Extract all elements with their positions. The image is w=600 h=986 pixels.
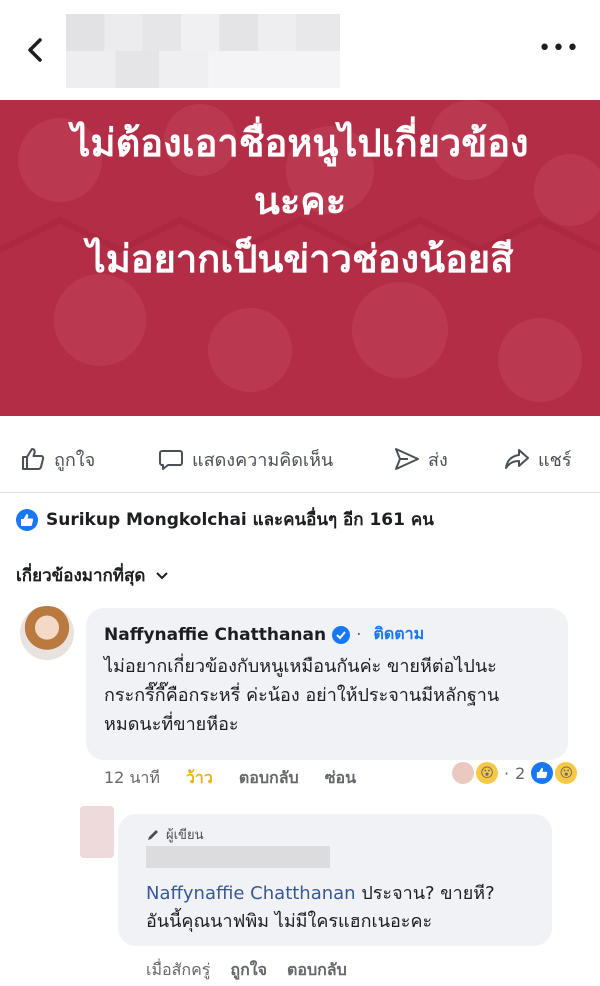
like-reaction-icon [16, 508, 38, 531]
comment-hide-link[interactable]: ซ่อน [325, 766, 356, 791]
send-button[interactable]: ส่ง [394, 444, 448, 474]
thumbs-up-icon [22, 448, 45, 470]
share-button[interactable]: แชร์ [504, 444, 572, 474]
banner-line-3: ไม่อยากเป็นข่าวช่องน้อยสี [86, 237, 514, 281]
reactor-avatar [452, 762, 474, 784]
comment-author-row: Naffynaffie Chatthanan · ติดตาม [104, 622, 424, 647]
reply-bubble: ผู้เขียน Naffynaffie Chatthanan ประจาน? … [118, 814, 552, 946]
verified-badge-icon [332, 625, 351, 644]
blurred-reply-author-name [146, 846, 330, 868]
comment-button[interactable]: แสดงความคิดเห็น [158, 444, 333, 474]
comment-reply-link[interactable]: ตอบกลับ [239, 766, 299, 791]
reply-text: Naffynaffie Chatthanan ประจาน? ขายหี? อั… [146, 880, 495, 936]
reactions-summary[interactable]: Surikup Mongkolchai และคนอื่นๆ อีก 161 ค… [16, 506, 434, 533]
post-image-banner: ไม่ต้องเอาชื่อหนูไปเกี่ยวข้อง นะคะ ไม่อย… [0, 100, 600, 416]
like-button[interactable]: ถูกใจ [20, 444, 95, 474]
blurred-page-name [66, 14, 340, 88]
reply-line-2: อันนี้คุณนาฟพิม ไม่มีใครแฮกเนอะคะ [146, 911, 433, 932]
like-label: ถูกใจ [54, 449, 96, 471]
chevron-down-icon [156, 571, 169, 579]
comment-label: แสดงความคิดเห็น [192, 449, 334, 471]
comment-meta: 12 นาที ว้าว ตอบกลับ ซ่อน [104, 766, 356, 791]
comment-line: กระกรี๊กี๊คือกระหรี่ ค่ะน้อง อย่าให้ประจ… [104, 685, 500, 706]
author-tag: ผู้เขียน [146, 824, 203, 845]
author-tag-label: ผู้เขียน [166, 828, 204, 843]
reply-meta: เมื่อสักครู่ ถูกใจ ตอบกลับ [146, 958, 347, 983]
follow-link[interactable]: ติดตาม [374, 622, 425, 647]
reply-line-1: Naffynaffie Chatthanan ประจาน? ขายหี? [146, 880, 495, 908]
comment-text: ไม่อยากเกี่ยวข้องกับหนูเหมือนกันค่ะ ขายห… [104, 652, 554, 739]
sort-label: เกี่ยวข้องมากที่สุด [16, 566, 146, 586]
reply-author-avatar-blurred[interactable] [80, 806, 114, 858]
comment-icon [159, 450, 183, 470]
banner-text: ไม่ต้องเอาชื่อหนูไปเกี่ยวข้อง นะคะ ไม่อย… [0, 114, 600, 288]
pencil-icon [148, 829, 158, 840]
back-arrow-icon[interactable] [22, 36, 50, 64]
comment-line: หมดนะที่ขายหีอะ [104, 714, 239, 735]
comment-reactions[interactable]: 😮 · 2 😮 [452, 762, 578, 784]
separator-dot: · [356, 624, 362, 645]
more-options-icon[interactable]: ••• [538, 38, 580, 60]
reply-time[interactable]: เมื่อสักครู่ [146, 958, 210, 983]
reply-like-link[interactable]: ถูกใจ [230, 958, 267, 983]
reply-mention[interactable]: Naffynaffie Chatthanan [146, 883, 356, 904]
share-icon [505, 449, 529, 469]
comment-line: ไม่อยากเกี่ยวข้องกับหนูเหมือนกันค่ะ ขายห… [104, 656, 497, 677]
commenter-avatar[interactable] [20, 606, 74, 660]
send-label: ส่ง [428, 449, 448, 471]
comment-time[interactable]: 12 นาที [104, 766, 160, 791]
send-icon [395, 448, 419, 470]
wow-emoji-icon: 😮 [476, 762, 498, 784]
wow-emoji-icon: 😮 [555, 762, 578, 784]
like-emoji-icon [531, 762, 554, 784]
comment-sort-dropdown[interactable]: เกี่ยวข้องมากที่สุด [16, 562, 169, 589]
comment-reaction-wow[interactable]: ว้าว [186, 766, 213, 791]
reactions-text: Surikup Mongkolchai และคนอื่นๆ อีก 161 ค… [46, 510, 434, 530]
divider [0, 492, 600, 493]
top-bar: ••• [0, 0, 600, 100]
reaction-separator: · [504, 763, 510, 783]
banner-line-2: นะคะ [253, 179, 347, 223]
reply-reply-link[interactable]: ตอบกลับ [287, 958, 347, 983]
comment-author-name[interactable]: Naffynaffie Chatthanan [104, 625, 326, 645]
reply-line-1-rest: ประจาน? ขายหี? [355, 883, 495, 904]
share-label: แชร์ [538, 449, 572, 471]
comment-bubble: Naffynaffie Chatthanan · ติดตาม ไม่อยากเ… [86, 608, 568, 760]
banner-line-1: ไม่ต้องเอาชื่อหนูไปเกี่ยวข้อง [71, 121, 529, 165]
reaction-count: 2 [515, 763, 526, 783]
post-actions: ถูกใจ แสดงความคิดเห็น ส่ง แชร์ [0, 428, 600, 490]
